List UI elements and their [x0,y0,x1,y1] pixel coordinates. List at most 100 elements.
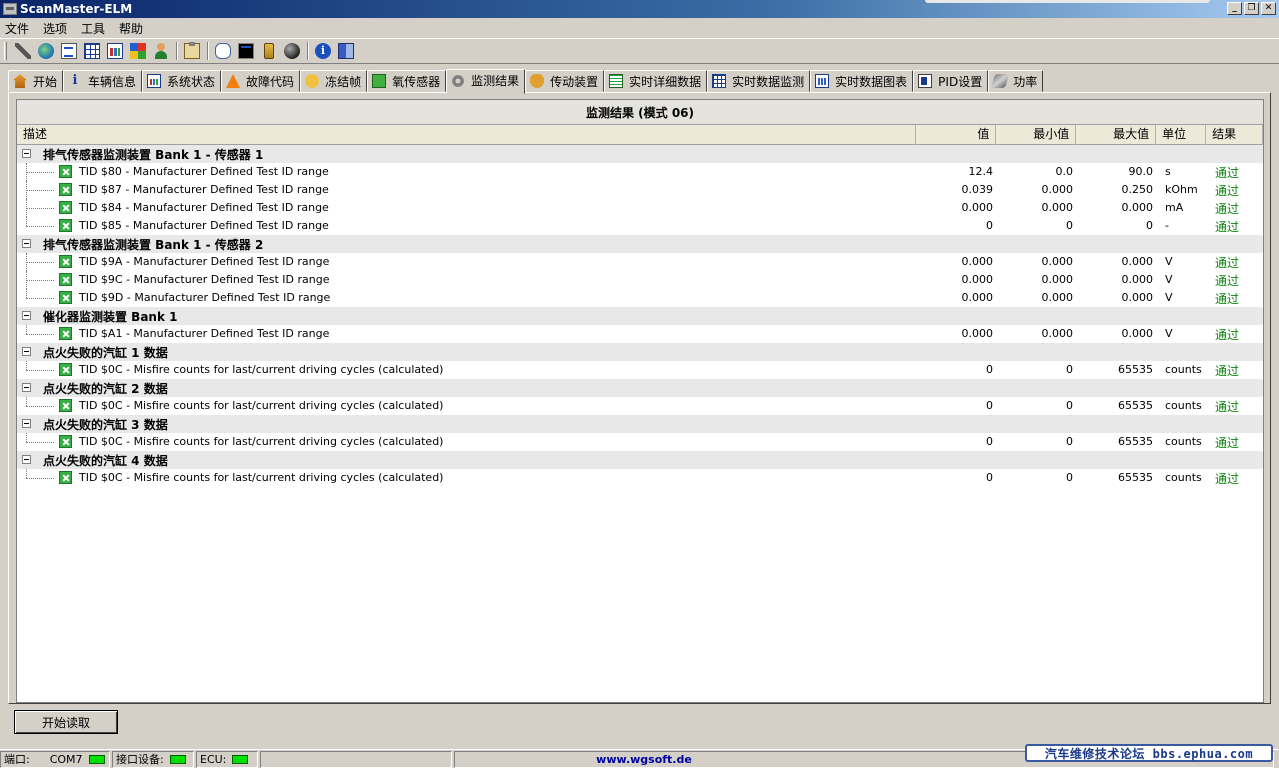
column-header-unit[interactable]: 单位 [1156,125,1207,145]
toolbar-connect-button[interactable] [12,40,34,62]
status-empty [260,750,452,768]
group-row[interactable]: 点火失败的汽缸 1 数据 [17,343,1263,361]
menu-help[interactable]: 帮助 [119,20,143,37]
result-unit: s [1165,165,1171,178]
result-row[interactable]: TID $0C - Misfire counts for last/curren… [17,397,1263,415]
tree-line [26,226,54,227]
group-row[interactable]: 点火失败的汽缸 3 数据 [17,415,1263,433]
title-bar: ScanMaster-ELM _ ❐ ✕ [0,0,1279,18]
pass-check-icon [59,183,72,196]
result-max: 0.000 [1121,291,1154,304]
collapse-icon[interactable] [22,347,31,356]
group-row[interactable]: 点火失败的汽缸 2 数据 [17,379,1263,397]
result-row[interactable]: TID $0C - Misfire counts for last/curren… [17,361,1263,379]
result-desc: TID $9D - Manufacturer Defined Test ID r… [79,291,331,304]
tab-transmission[interactable]: 传动装置 [525,70,605,92]
result-row[interactable]: TID $85 - Manufacturer Defined Test ID r… [17,217,1263,235]
result-row[interactable]: TID $80 - Manufacturer Defined Test ID r… [17,163,1263,181]
menu-file[interactable]: 文件 [5,20,29,37]
result-status: 通过 [1215,472,1240,486]
tree-line [26,217,27,226]
result-value: 0.000 [961,201,994,214]
toolbar-chat-button[interactable] [212,40,234,62]
restore-button[interactable]: ❐ [1244,2,1259,15]
toolbar-separator [207,42,209,60]
collapse-icon[interactable] [22,149,31,158]
toolbar-globe-button[interactable] [35,40,57,62]
chart-icon [815,74,830,88]
port-led [88,754,105,764]
toolbar-person-button[interactable] [150,40,172,62]
collapse-icon[interactable] [22,239,31,248]
result-row[interactable]: TID $0C - Misfire counts for last/curren… [17,433,1263,451]
bar-chart-icon [107,43,123,59]
tab-freeze-frame[interactable]: 冻结帧 [300,70,368,92]
column-header-value[interactable]: 值 [916,125,997,145]
minimize-button[interactable]: _ [1227,2,1242,15]
device-label: 接口设备: [116,753,164,766]
tab-system-status[interactable]: 系统状态 [142,70,222,92]
result-row[interactable]: TID $9A - Manufacturer Defined Test ID r… [17,253,1263,271]
tab-vehicle-info[interactable]: i 车辆信息 [63,70,143,92]
tab-live-monitor[interactable]: 实时数据监测 [707,70,811,92]
column-header-min[interactable]: 最小值 [996,125,1077,145]
result-max: 90.0 [1128,165,1154,178]
gear-icon [451,73,466,88]
collapse-icon[interactable] [22,311,31,320]
group-row[interactable]: 排气传感器监测装置 Bank 1 - 传感器 1 [17,145,1263,163]
warning-icon [226,74,241,88]
group-label: 排气传感器监测装置 Bank 1 - 传感器 2 [43,238,264,252]
result-row[interactable]: TID $A1 - Manufacturer Defined Test ID r… [17,325,1263,343]
website-link[interactable]: www.wgsoft.de [596,753,692,766]
result-row[interactable]: TID $9C - Manufacturer Defined Test ID r… [17,271,1263,289]
result-desc: TID $80 - Manufacturer Defined Test ID r… [79,165,329,178]
toolbar-grip[interactable] [4,42,7,60]
column-header-result[interactable]: 结果 [1206,125,1263,145]
column-header-desc[interactable]: 描述 [17,125,917,145]
result-max: 65535 [1118,471,1153,484]
group-row[interactable]: 排气传感器监测装置 Bank 1 - 传感器 2 [17,235,1263,253]
document-icon [61,43,77,59]
result-unit: mA [1165,201,1184,214]
toolbar-grid-button[interactable] [81,40,103,62]
tab-live-chart[interactable]: 实时数据图表 [810,70,914,92]
close-button[interactable]: ✕ [1261,2,1276,15]
collapse-icon[interactable] [22,383,31,392]
tab-monitor-results[interactable]: 监测结果 [446,69,526,94]
tab-strip: 开始 i 车辆信息 系统状态 故障代码 冻结帧 氧传感器 监测结果 传动装置 实时… [8,68,1044,94]
column-header-max[interactable]: 最大值 [1076,125,1157,145]
result-row[interactable]: TID $87 - Manufacturer Defined Test ID r… [17,181,1263,199]
toolbar-info-button[interactable]: i [312,40,334,62]
toolbar-battery-button[interactable] [258,40,280,62]
toolbar-clipboard-button[interactable] [181,40,203,62]
group-row[interactable]: 点火失败的汽缸 4 数据 [17,451,1263,469]
menu-tools[interactable]: 工具 [81,20,105,37]
window-title: ScanMaster-ELM [20,2,133,16]
collapse-icon[interactable] [22,419,31,428]
toolbar-chart-button[interactable] [104,40,126,62]
exit-door-icon [338,43,354,59]
result-status: 通过 [1215,220,1240,234]
tab-oxygen-sensor[interactable]: 氧传感器 [367,70,447,92]
result-row[interactable]: TID $84 - Manufacturer Defined Test ID r… [17,199,1263,217]
tab-live-detail[interactable]: 实时详细数据 [604,70,708,92]
menu-options[interactable]: 选项 [43,20,67,37]
tab-power[interactable]: 功率 [988,70,1044,92]
tab-start[interactable]: 开始 [8,70,64,92]
group-row[interactable]: 催化器监测装置 Bank 1 [17,307,1263,325]
toolbar-terminal-button[interactable] [235,40,257,62]
collapse-icon[interactable] [22,455,31,464]
tab-pid-settings[interactable]: PID设置 [913,70,989,92]
result-unit: counts [1165,399,1202,412]
start-read-button[interactable]: 开始读取 [14,710,118,734]
toolbar-document-button[interactable] [58,40,80,62]
toolbar-exit-button[interactable] [335,40,357,62]
result-min: 0 [1066,219,1073,232]
tree-line [26,325,27,334]
result-row[interactable]: TID $9D - Manufacturer Defined Test ID r… [17,289,1263,307]
tab-trouble-codes[interactable]: 故障代码 [221,70,301,92]
result-row[interactable]: TID $0C - Misfire counts for last/curren… [17,469,1263,487]
toolbar-ball-button[interactable] [281,40,303,62]
toolbar-windows-button[interactable] [127,40,149,62]
result-min: 0.000 [1041,327,1074,340]
